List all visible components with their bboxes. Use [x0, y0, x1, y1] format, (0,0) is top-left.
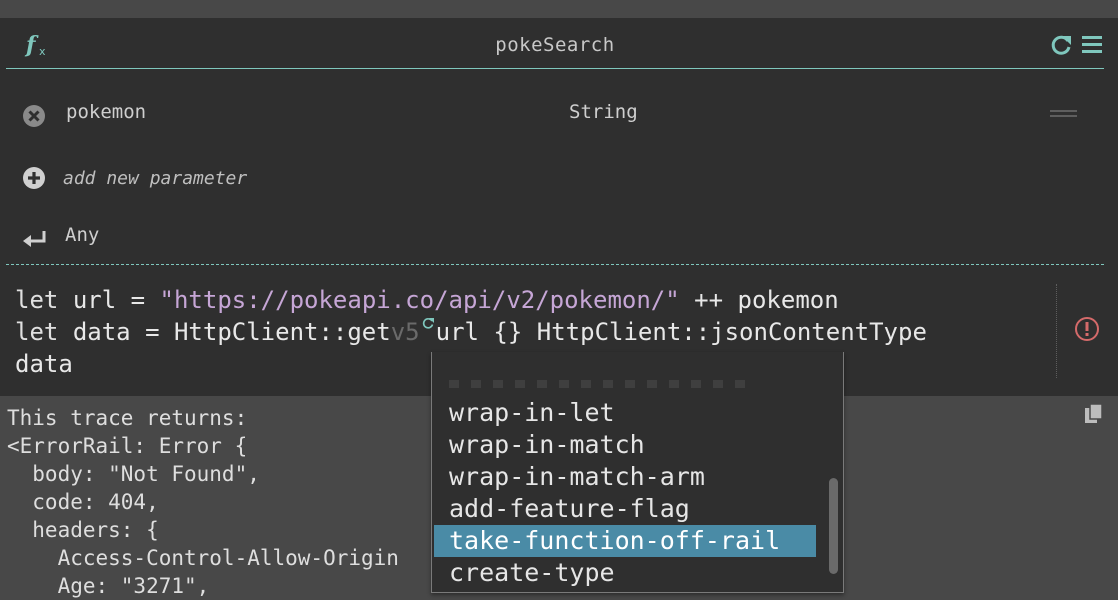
- return-type[interactable]: Any: [65, 224, 99, 246]
- autocomplete-item[interactable]: add-feature-flag: [434, 493, 816, 525]
- remove-param-icon[interactable]: [22, 104, 46, 128]
- autocomplete-item[interactable]: wrap-in-let: [434, 397, 816, 429]
- autocomplete-item[interactable]: wrap-in-match: [434, 429, 816, 461]
- gutter-divider: [1056, 284, 1057, 378]
- autocomplete-scrollbar[interactable]: [829, 478, 838, 574]
- parameter-row: pokemon String: [0, 95, 1118, 131]
- top-bar: [0, 0, 1118, 18]
- parameter-name[interactable]: pokemon: [66, 101, 146, 123]
- copy-icon[interactable]: [1083, 402, 1105, 426]
- code-line-3[interactable]: data: [15, 350, 73, 378]
- autocomplete-dropdown[interactable]: wrap-in-let wrap-in-match wrap-in-match-…: [431, 352, 844, 593]
- menu-icon[interactable]: [1080, 33, 1104, 55]
- function-name[interactable]: pokeSearch: [6, 34, 1104, 56]
- return-icon: [23, 231, 46, 247]
- parameter-type[interactable]: String: [569, 101, 638, 123]
- autocomplete-item[interactable]: wrap-in-match-arm: [434, 461, 816, 493]
- autocomplete-partial-item: [449, 380, 749, 388]
- error-icon[interactable]: [1074, 316, 1100, 342]
- trace-output: This trace returns: <ErrorRail: Error { …: [7, 406, 399, 598]
- add-parameter-button[interactable]: add new parameter: [63, 168, 247, 189]
- add-param-icon[interactable]: [22, 166, 46, 190]
- code-divider: [6, 264, 1104, 265]
- autocomplete-item-selected[interactable]: take-function-off-rail: [434, 525, 816, 557]
- code-line-1[interactable]: let url = "https://pokeapi.co/api/v2/pok…: [15, 286, 839, 314]
- code-line-2[interactable]: let data = HttpClient::getv5 url {} HttpC…: [15, 318, 927, 346]
- version-refresh-icon[interactable]: [421, 316, 435, 330]
- drag-handle-icon[interactable]: [1050, 110, 1077, 118]
- function-header: f x pokeSearch: [6, 18, 1104, 69]
- autocomplete-item[interactable]: create-type: [434, 557, 816, 589]
- refresh-icon[interactable]: [1048, 32, 1074, 58]
